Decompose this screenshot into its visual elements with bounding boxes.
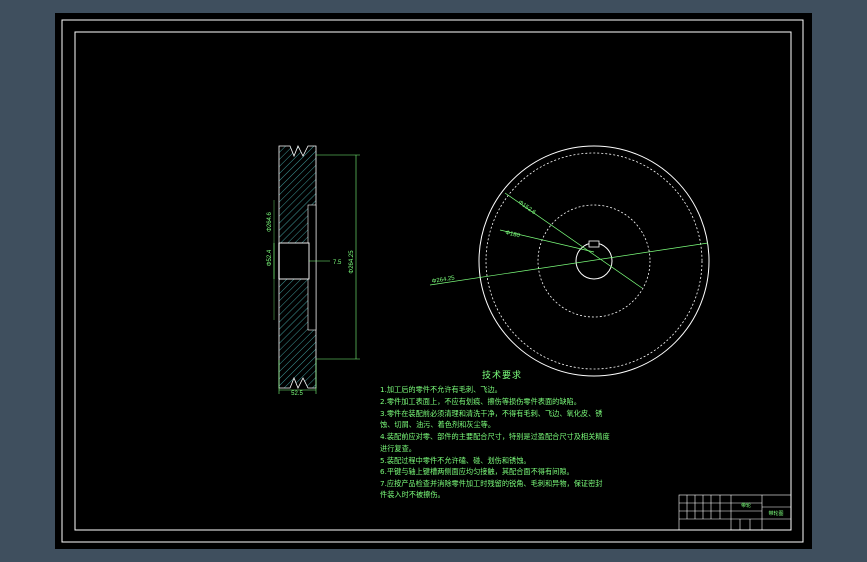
dim-bore-left: Φ264.6 [267,211,273,231]
dim-keyway: 7.5 [333,260,342,266]
dim-width: 52.5 [291,391,303,397]
drawing-canvas: 52.5 7.5 Φ264.25 Φ52.4 Φ264.6 Φ152.6 Φ18… [61,19,804,543]
keyway [588,240,600,248]
bore [278,242,310,280]
dim-circle3: Φ264.25 [431,275,455,285]
dim-circle1: Φ152.6 [517,200,537,217]
cad-viewport[interactable]: 52.5 7.5 Φ264.25 Φ52.4 Φ264.6 Φ152.6 Φ18… [55,13,812,549]
title-block-drawing-no: 带轮图 [768,510,783,517]
dim-circle2: Φ180 [505,230,521,239]
dim-outer-left: Φ264.25 [349,250,355,274]
bore-circle [575,242,613,280]
title-block-part-name: 带轮 [741,502,751,509]
pulley-section-view [273,145,360,394]
pulley-front-view [429,145,710,377]
dim-inner-left: Φ52.4 [267,249,273,266]
